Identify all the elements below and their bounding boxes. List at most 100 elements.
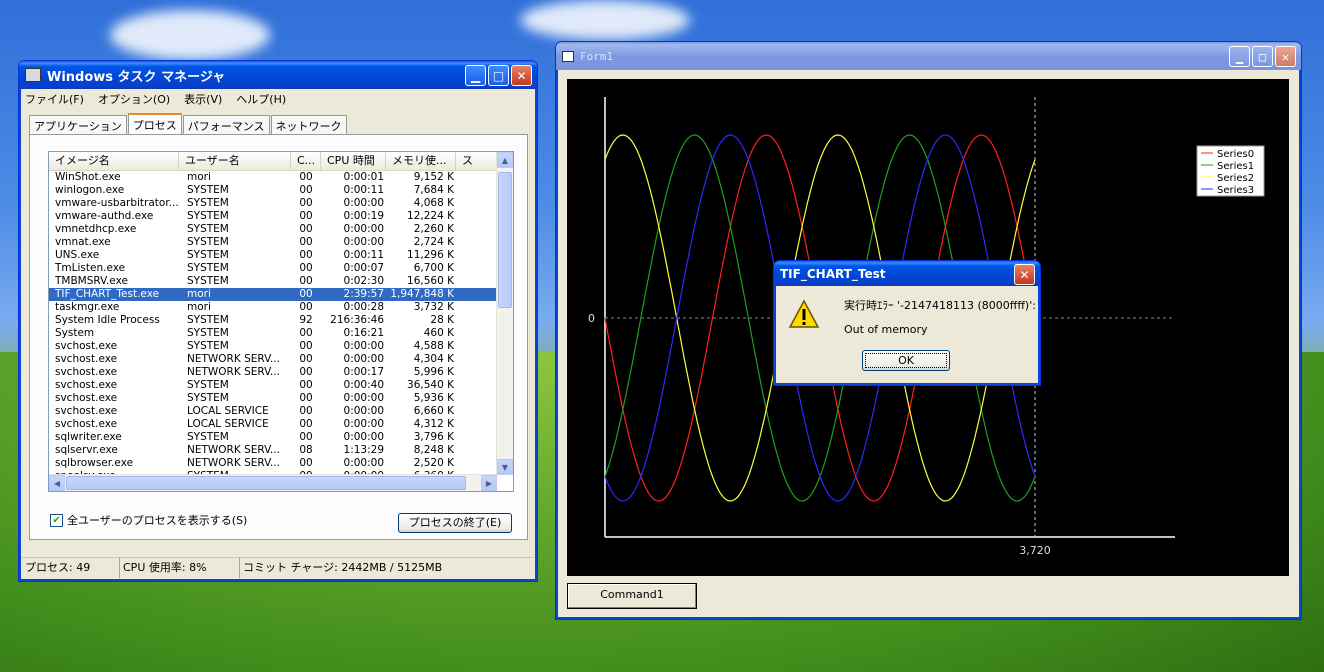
table-row[interactable]: winlogon.exe SYSTEM 00 0:00:11 7,684 K xyxy=(49,184,497,197)
processes-panel: イメージ名 ユーザー名 C... CPU 時間 メモリ使... ス WinSho… xyxy=(29,134,528,540)
tab-applications[interactable]: アプリケーション xyxy=(29,115,127,135)
process-cpu-time: 0:00:00 xyxy=(343,236,384,248)
table-row[interactable]: svchost.exe LOCAL SERVICE 00 0:00:00 4,312 K xyxy=(49,418,497,431)
legend-entry-2: Series2 xyxy=(1217,173,1254,184)
legend-entry-0: Series0 xyxy=(1217,149,1254,160)
column-cpu[interactable]: C... xyxy=(291,152,321,170)
table-row[interactable]: svchost.exe SYSTEM 00 0:00:00 5,936 K xyxy=(49,392,497,405)
table-row[interactable]: WinShot.exe mori 00 0:00:01 9,152 K xyxy=(49,171,497,184)
status-process-count: プロセス: 49 xyxy=(22,558,120,578)
form1-minimize-button[interactable]: ▁ xyxy=(1229,46,1250,67)
task-manager-titlebar[interactable]: Windows タスク マネージャ ▁ □ ✕ xyxy=(19,61,537,89)
table-row[interactable]: svchost.exe SYSTEM 00 0:00:40 36,540 K xyxy=(49,379,497,392)
chevron-left-icon: ◀ xyxy=(53,478,61,488)
table-row[interactable]: TMBMSRV.exe SYSTEM 00 0:02:30 16,560 K xyxy=(49,275,497,288)
menu-help[interactable]: ヘルプ(H) xyxy=(236,91,286,107)
table-row[interactable]: svchost.exe NETWORK SERV... 00 0:00:00 4,304… xyxy=(49,353,497,366)
process-cpu-time: 0:00:00 xyxy=(343,418,384,430)
scroll-left-button[interactable]: ◀ xyxy=(49,475,65,491)
table-row[interactable]: taskmgr.exe mori 00 0:00:28 3,732 K xyxy=(49,301,497,314)
status-cpu-usage: CPU 使用率: 8% xyxy=(120,558,240,578)
process-user-name: LOCAL SERVICE xyxy=(187,418,269,430)
show-all-users-option[interactable]: ✔ 全ユーザーのプロセスを表示する(S) xyxy=(50,512,247,528)
show-all-users-checkbox[interactable]: ✔ xyxy=(50,513,63,527)
table-row[interactable]: vmnetdhcp.exe SYSTEM 00 0:00:00 2,260 K xyxy=(49,223,497,236)
table-row[interactable]: svchost.exe LOCAL SERVICE 00 0:00:00 6,660 K xyxy=(49,405,497,418)
process-user-name: LOCAL SERVICE xyxy=(187,405,269,417)
process-cpu: 00 xyxy=(299,301,313,313)
command1-button[interactable]: Command1 xyxy=(567,583,697,609)
scroll-right-button[interactable]: ▶ xyxy=(481,475,497,491)
process-cpu: 00 xyxy=(299,210,313,222)
table-row[interactable]: UNS.exe SYSTEM 00 0:00:11 11,296 K xyxy=(49,249,497,262)
process-user-name: NETWORK SERV... xyxy=(187,353,280,365)
process-list-header: イメージ名 ユーザー名 C... CPU 時間 メモリ使... ス xyxy=(49,152,497,171)
form1-maximize-button[interactable]: □ xyxy=(1252,46,1273,67)
column-image-name[interactable]: イメージ名 xyxy=(49,152,179,170)
ok-button[interactable]: OK xyxy=(862,350,950,371)
table-row[interactable]: svchost.exe SYSTEM 00 0:00:00 4,588 K xyxy=(49,340,497,353)
table-row[interactable]: System Idle Process SYSTEM 92 216:36:46 28 K xyxy=(49,314,497,327)
column-memory[interactable]: メモリ使... xyxy=(386,152,456,170)
process-list[interactable]: イメージ名 ユーザー名 C... CPU 時間 メモリ使... ス WinSho… xyxy=(48,151,514,492)
scroll-up-button[interactable]: ▲ xyxy=(497,152,513,168)
legend-entry-3: Series3 xyxy=(1217,185,1254,196)
menu-file[interactable]: ファイル(F) xyxy=(25,91,84,107)
process-cpu-time: 0:00:00 xyxy=(343,353,384,365)
process-user-name: NETWORK SERV... xyxy=(187,457,280,469)
horizontal-scrollbar[interactable]: ◀ ▶ xyxy=(49,474,497,491)
process-image-name: taskmgr.exe xyxy=(55,301,120,313)
process-image-name: UNS.exe xyxy=(55,249,100,261)
tab-network[interactable]: ネットワーク xyxy=(270,115,347,135)
process-user-name: SYSTEM xyxy=(187,392,229,404)
table-row[interactable]: vmnat.exe SYSTEM 00 0:00:00 2,724 K xyxy=(49,236,497,249)
form1-titlebar[interactable]: Form1 ▁ □ ✕ xyxy=(556,42,1301,70)
table-row[interactable]: sqlwriter.exe SYSTEM 00 0:00:00 3,796 K xyxy=(49,431,497,444)
process-image-name: System Idle Process xyxy=(55,314,160,326)
dialog-close-button[interactable]: ✕ xyxy=(1014,264,1035,285)
maximize-button[interactable]: □ xyxy=(488,65,509,86)
process-cpu-time: 0:16:21 xyxy=(343,327,384,339)
table-row[interactable]: sqlbrowser.exe NETWORK SERV... 00 0:00:00 2,… xyxy=(49,457,497,470)
process-memory: 4,588 K xyxy=(413,340,454,352)
tab-performance[interactable]: パフォーマンス xyxy=(182,115,270,135)
column-user-name[interactable]: ユーザー名 xyxy=(179,152,291,170)
column-status[interactable]: ス xyxy=(456,152,497,170)
horizontal-scroll-thumb[interactable] xyxy=(66,476,466,490)
table-row[interactable]: TmListen.exe SYSTEM 00 0:00:07 6,700 K xyxy=(49,262,497,275)
error-dialog[interactable]: TIF_CHART_Test ✕ 実行時ｴﾗｰ '-2147418113 (80… xyxy=(773,260,1041,386)
vertical-scroll-thumb[interactable] xyxy=(498,172,512,308)
process-user-name: NETWORK SERV... xyxy=(187,366,280,378)
form1-close-button[interactable]: ✕ xyxy=(1275,46,1296,67)
process-cpu-time: 0:00:00 xyxy=(343,405,384,417)
table-row[interactable]: System SYSTEM 00 0:16:21 460 K xyxy=(49,327,497,340)
process-cpu: 00 xyxy=(299,431,313,443)
vertical-scrollbar[interactable]: ▲ ▼ xyxy=(496,152,513,475)
process-cpu-time: 0:00:07 xyxy=(343,262,384,274)
table-row[interactable]: TIF_CHART_Test.exe mori 00 2:39:57 1,947,848… xyxy=(49,288,497,301)
process-cpu: 00 xyxy=(299,197,313,209)
tab-strip: アプリケーション プロセス パフォーマンス ネットワーク xyxy=(29,113,348,136)
process-user-name: SYSTEM xyxy=(187,210,229,222)
process-cpu: 00 xyxy=(299,457,313,469)
table-row[interactable]: svchost.exe NETWORK SERV... 00 0:00:17 5,996… xyxy=(49,366,497,379)
table-row[interactable]: vmware-authd.exe SYSTEM 00 0:00:19 12,224 K xyxy=(49,210,497,223)
column-cpu-time[interactable]: CPU 時間 xyxy=(321,152,386,170)
minimize-button[interactable]: ▁ xyxy=(465,65,486,86)
minimize-icon: ▁ xyxy=(470,68,481,83)
process-image-name: svchost.exe xyxy=(55,405,118,417)
menu-view[interactable]: 表示(V) xyxy=(184,91,222,107)
dialog-titlebar[interactable]: TIF_CHART_Test ✕ xyxy=(774,261,1040,286)
task-manager-window[interactable]: Windows タスク マネージャ ▁ □ ✕ ファイル(F) オプション(O)… xyxy=(18,60,538,582)
end-process-button[interactable]: プロセスの終了(E) xyxy=(398,513,512,533)
process-memory: 1,947,848 K xyxy=(390,288,454,300)
table-row[interactable]: sqlservr.exe NETWORK SERV... 08 1:13:29 8,24… xyxy=(49,444,497,457)
scroll-down-button[interactable]: ▼ xyxy=(497,459,513,475)
close-button[interactable]: ✕ xyxy=(511,65,532,86)
menu-options[interactable]: オプション(O) xyxy=(98,91,170,107)
process-cpu-time: 216:36:46 xyxy=(330,314,384,326)
table-row[interactable]: vmware-usbarbitrator... SYSTEM 00 0:00:00 4,… xyxy=(49,197,497,210)
process-memory: 7,684 K xyxy=(413,184,454,196)
tab-processes[interactable]: プロセス xyxy=(127,113,182,136)
chevron-down-icon: ▼ xyxy=(501,462,509,472)
